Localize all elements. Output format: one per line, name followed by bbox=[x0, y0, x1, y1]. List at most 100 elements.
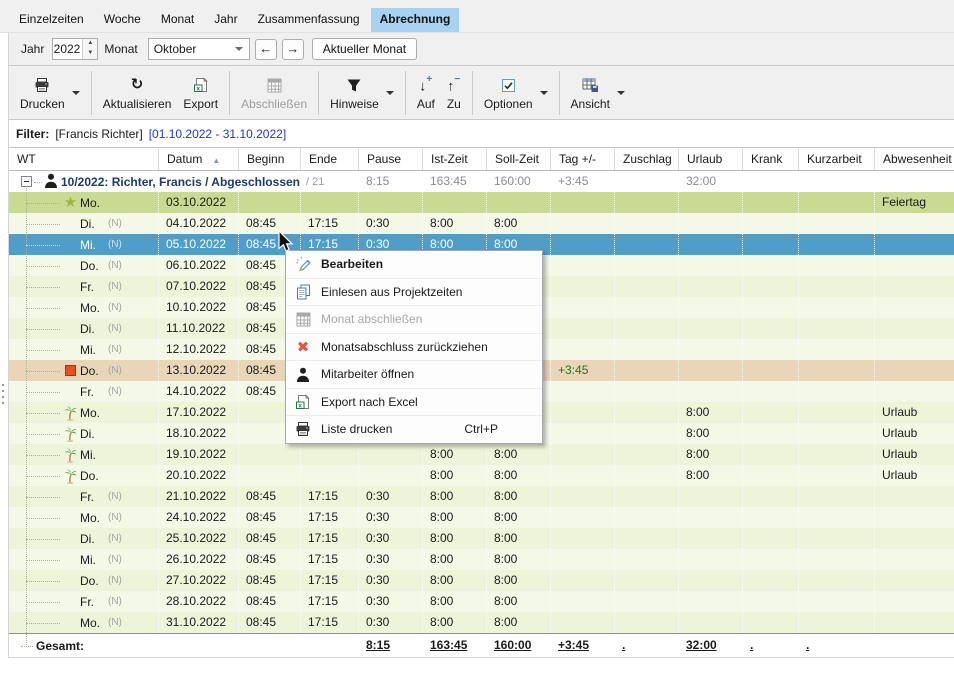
kurzarbeit-cell bbox=[799, 591, 875, 612]
menu-shortcut: Ctrl+P bbox=[464, 422, 542, 436]
table-row[interactable]: ★Mo.03.10.2022Feiertag bbox=[9, 192, 954, 213]
time-tracking-window: EinzelzeitenWocheMonatJahrZusammenfassun… bbox=[0, 0, 954, 681]
optionen-button-label: Optionen bbox=[484, 97, 533, 111]
column-header-tag-[interactable]: Tag +/- bbox=[551, 148, 615, 170]
menu-item-bearbeiten[interactable]: Bearbeiten bbox=[286, 251, 542, 279]
palm-icon bbox=[61, 404, 80, 421]
krank-cell bbox=[743, 276, 799, 297]
column-header-kurzarbeit[interactable]: Kurzarbeit bbox=[799, 148, 875, 170]
urlaub-cell bbox=[679, 360, 743, 381]
total-label: Gesamt: bbox=[36, 639, 84, 653]
end-cell: 17:15 bbox=[301, 486, 359, 507]
spinner-up-icon[interactable]: ▲ bbox=[83, 39, 97, 49]
column-header-ist-zeit[interactable]: Ist-Zeit bbox=[423, 148, 487, 170]
dropdown-caret-icon[interactable] bbox=[72, 91, 80, 95]
dropdown-caret-icon[interactable] bbox=[540, 91, 548, 95]
dropdown-caret-icon[interactable] bbox=[386, 91, 394, 95]
menu-item-einlesen-aus-projektzeiten[interactable]: Einlesen aus Projektzeiten bbox=[286, 279, 542, 307]
no-icon bbox=[61, 383, 80, 400]
urlaub-cell bbox=[679, 192, 743, 213]
zuschlag-cell bbox=[615, 549, 679, 570]
kurzarbeit-cell bbox=[799, 402, 875, 423]
hinweise-button[interactable]: Hinweise bbox=[324, 71, 400, 114]
next-month-button[interactable]: → bbox=[282, 39, 304, 60]
urlaub-cell bbox=[679, 276, 743, 297]
pause-cell: 0:30 bbox=[359, 570, 423, 591]
current-month-button[interactable]: Aktueller Monat bbox=[312, 38, 417, 60]
year-spinner[interactable]: 2022 ▲▼ bbox=[52, 38, 98, 60]
date-cell: 11.10.2022 bbox=[159, 318, 239, 339]
column-header-wt[interactable]: WT bbox=[9, 148, 159, 170]
wt-cell: Mi.(N) bbox=[9, 549, 159, 570]
total-row-left: Gesamt: bbox=[9, 639, 359, 653]
menu-item-export-nach-excel[interactable]: xExport nach Excel bbox=[286, 389, 542, 417]
collapse-expander-icon[interactable] bbox=[21, 176, 32, 187]
krank-cell bbox=[743, 213, 799, 234]
palm-icon bbox=[61, 446, 80, 463]
spinner-down-icon[interactable]: ▼ bbox=[83, 49, 97, 59]
tab-jahr[interactable]: Jahr bbox=[205, 8, 246, 32]
tree-branch bbox=[26, 475, 60, 477]
column-header-krank[interactable]: Krank bbox=[743, 148, 799, 170]
table-row[interactable]: Di.(N)04.10.202208:4517:150:308:008:00 bbox=[9, 213, 954, 234]
table-row[interactable]: Mo.(N)31.10.202208:4517:150:308:008:00 bbox=[9, 612, 954, 633]
tab-monat[interactable]: Monat bbox=[152, 8, 203, 32]
zuschlag-cell bbox=[615, 318, 679, 339]
zu-button[interactable]: ↑−Zu bbox=[441, 71, 467, 114]
column-header-pause[interactable]: Pause bbox=[359, 148, 423, 170]
column-header-zuschlag[interactable]: Zuschlag bbox=[615, 148, 679, 170]
menu-item-liste-drucken[interactable]: Liste druckenCtrl+P bbox=[286, 416, 542, 443]
column-header-ende[interactable]: Ende bbox=[301, 148, 359, 170]
menu-item-mitarbeiter-ffnen[interactable]: Mitarbeiter öffnen bbox=[286, 361, 542, 389]
weekday-label: Mo. bbox=[80, 196, 106, 210]
urlaub-cell bbox=[679, 213, 743, 234]
checkbox-icon bbox=[502, 74, 515, 96]
begin-cell: 08:45 bbox=[239, 612, 301, 633]
column-header-datum[interactable]: Datum▲ bbox=[159, 148, 239, 170]
tab-abrechnung[interactable]: Abrechnung bbox=[371, 8, 460, 32]
absence-cell bbox=[875, 381, 954, 402]
tree-dots bbox=[34, 181, 42, 183]
table-row[interactable]: Do.(N)27.10.202208:4517:150:308:008:00 bbox=[9, 570, 954, 591]
month-select[interactable]: Oktober bbox=[148, 38, 250, 60]
wt-cell: Di. bbox=[9, 423, 159, 444]
column-header-beginn[interactable]: Beginn bbox=[239, 148, 301, 170]
spinner-buttons[interactable]: ▲▼ bbox=[82, 39, 97, 59]
export-button[interactable]: xExport bbox=[177, 71, 224, 114]
tab-woche[interactable]: Woche bbox=[95, 8, 150, 32]
zuschlag-cell bbox=[615, 381, 679, 402]
table-row[interactable]: Mi.19.10.20228:008:008:00Urlaub bbox=[9, 444, 954, 465]
auf-button[interactable]: ↓+Auf bbox=[411, 71, 441, 114]
table-row[interactable]: Fr.(N)21.10.202208:4517:150:308:008:00 bbox=[9, 486, 954, 507]
dropdown-caret-icon[interactable] bbox=[617, 91, 625, 95]
table-row[interactable]: Di.(N)25.10.202208:4517:150:308:008:00 bbox=[9, 528, 954, 549]
ansicht-button-label: Ansicht bbox=[571, 97, 610, 111]
urlaub-cell: 8:00 bbox=[679, 423, 743, 444]
ist-cell bbox=[423, 192, 487, 213]
ansicht-button[interactable]: Ansicht bbox=[565, 71, 631, 114]
menu-item-label: Export nach Excel bbox=[321, 395, 418, 409]
urlaub-cell bbox=[679, 339, 743, 360]
period-navbar: Jahr 2022 ▲▼ Monat Oktober ← → Aktueller… bbox=[9, 33, 954, 66]
end-cell: 17:15 bbox=[301, 549, 359, 570]
menu-item-monatsabschluss-zur-ckziehen[interactable]: ✖Monatsabschluss zurückziehen bbox=[286, 334, 542, 362]
optionen-button[interactable]: Optionen bbox=[478, 71, 554, 114]
wt-cell: Do.(N) bbox=[9, 360, 159, 381]
tab-zusammenfassung[interactable]: Zusammenfassung bbox=[249, 8, 369, 32]
column-header-abwesenheit[interactable]: Abwesenheit bbox=[875, 148, 954, 170]
krank-cell bbox=[743, 507, 799, 528]
table-row[interactable]: Fr.(N)28.10.202208:4517:150:308:008:00 bbox=[9, 591, 954, 612]
table-row[interactable]: Mo.(N)24.10.202208:4517:150:308:008:00 bbox=[9, 507, 954, 528]
splitter-handle[interactable] bbox=[2, 384, 4, 408]
aktualisieren-button[interactable]: ↻Aktualisieren bbox=[97, 71, 178, 114]
column-header-soll-zeit[interactable]: Soll-Zeit bbox=[487, 148, 551, 170]
urlaub-cell bbox=[679, 297, 743, 318]
drucken-button[interactable]: Drucken bbox=[14, 71, 86, 114]
table-row[interactable]: Mi.(N)26.10.202208:4517:150:308:008:00 bbox=[9, 549, 954, 570]
table-row[interactable]: Do.20.10.20228:008:008:00Urlaub bbox=[9, 465, 954, 486]
group-row[interactable]: 10/2022: Richter, Francis / Abgeschlosse… bbox=[9, 171, 954, 192]
column-header-urlaub[interactable]: Urlaub bbox=[679, 148, 743, 170]
kurzarbeit-cell bbox=[799, 234, 875, 255]
tab-einzelzeiten[interactable]: Einzelzeiten bbox=[10, 8, 93, 32]
prev-month-button[interactable]: ← bbox=[255, 39, 277, 60]
